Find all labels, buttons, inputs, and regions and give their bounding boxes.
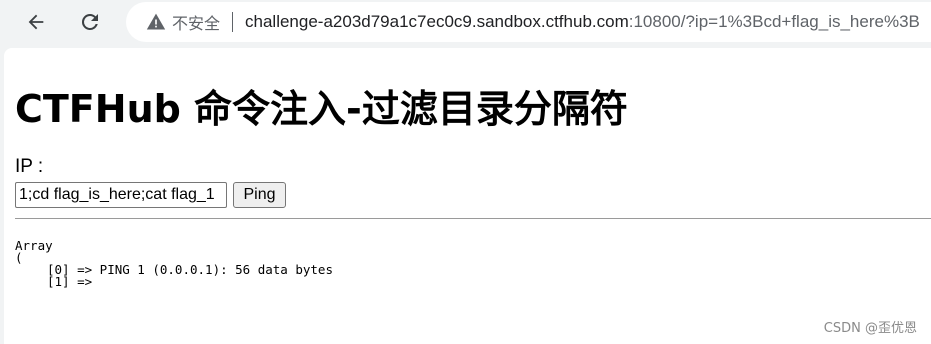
page-title: CTFHub 命令注入-过滤目录分隔符	[15, 87, 628, 131]
separator	[232, 12, 234, 32]
back-button[interactable]	[20, 6, 52, 38]
divider	[15, 218, 931, 219]
url-path: :10800/?ip=1%3Bcd+flag_is_here%3B	[628, 12, 920, 31]
security-label[interactable]: 不安全	[172, 10, 220, 34]
browser-toolbar: 不安全 challenge-a203d79a1c7ec0c9.sandbox.c…	[0, 0, 931, 44]
page-content: CTFHub 命令注入-过滤目录分隔符 IP : Ping Array ( [0…	[4, 48, 931, 344]
watermark: CSDN @歪优恩	[823, 321, 917, 336]
ip-input[interactable]	[15, 182, 227, 208]
arrow-left-icon	[28, 14, 44, 30]
reload-icon	[81, 13, 98, 30]
output-line: [1] =>	[47, 274, 93, 289]
address-bar[interactable]: 不安全 challenge-a203d79a1c7ec0c9.sandbox.c…	[126, 2, 931, 42]
warning-icon[interactable]	[146, 12, 166, 32]
url-host: challenge-a203d79a1c7ec0c9.sandbox.ctfhu…	[245, 12, 629, 31]
output-line: Array	[15, 238, 53, 253]
reload-button[interactable]	[74, 6, 106, 38]
command-output: Array ( [0] => PING 1 (0.0.0.1): 56 data…	[15, 238, 333, 289]
ping-button[interactable]: Ping	[233, 182, 286, 208]
ip-label: IP :	[15, 156, 44, 177]
